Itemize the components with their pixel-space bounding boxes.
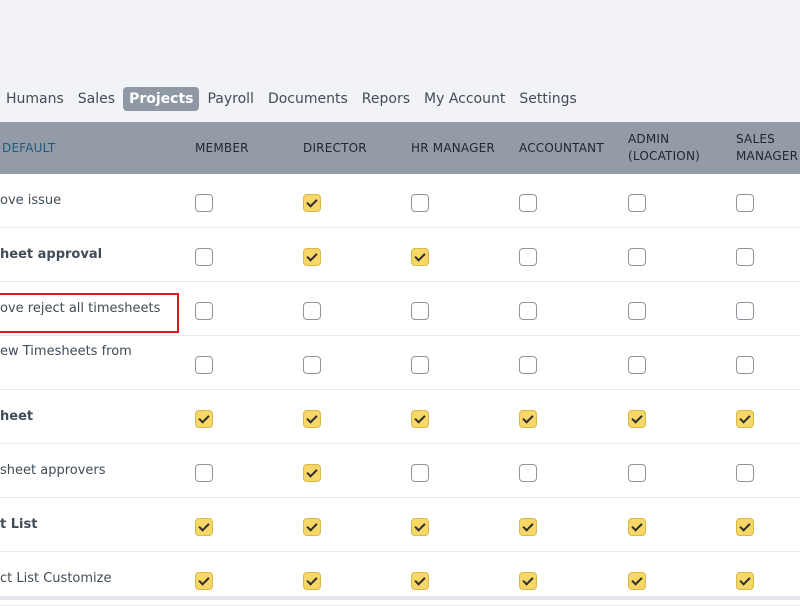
permission-checkbox[interactable] <box>303 248 321 266</box>
table-row: heet <box>0 390 800 444</box>
permission-checkbox[interactable] <box>736 248 754 266</box>
nav-item-repors[interactable]: Repors <box>356 87 416 111</box>
table-row: heet approval <box>0 228 800 282</box>
permission-checkbox[interactable] <box>303 356 321 374</box>
permission-checkbox[interactable] <box>519 194 537 212</box>
nav-item-sales[interactable]: Sales <box>72 87 121 111</box>
column-header-1: MEMBER <box>195 122 249 174</box>
nav-item-documents[interactable]: Documents <box>262 87 354 111</box>
table-row: t List <box>0 498 800 552</box>
permission-label-line: ove reject all timesheets <box>0 301 161 316</box>
permission-label: sheet approvers <box>0 444 185 498</box>
permission-checkbox[interactable] <box>411 356 429 374</box>
permission-checkbox[interactable] <box>519 410 537 428</box>
permission-checkbox[interactable] <box>411 410 429 428</box>
permission-checkbox[interactable] <box>628 302 646 320</box>
permission-checkbox[interactable] <box>628 572 646 590</box>
permission-label-line: heet <box>0 409 34 424</box>
main-nav: Humans Sales Projects Payroll Documents Repor… <box>0 86 585 112</box>
permission-checkbox[interactable] <box>736 356 754 374</box>
permission-checkbox[interactable] <box>195 464 213 482</box>
column-header-label: MANAGER <box>736 149 799 163</box>
permission-label-line: ew Timesheets from <box>0 344 132 359</box>
permission-checkbox[interactable] <box>303 518 321 536</box>
column-header-label: DIRECTOR <box>303 140 367 155</box>
permission-label-line: ct List Customize <box>0 571 112 586</box>
nav-item-humans[interactable]: Humans <box>0 87 70 111</box>
permission-checkbox[interactable] <box>195 518 213 536</box>
permission-checkbox[interactable] <box>411 302 429 320</box>
permission-checkbox[interactable] <box>195 356 213 374</box>
table-row: ove issue <box>0 174 800 228</box>
permission-label-line: ove issue <box>0 193 62 208</box>
bottom-strip <box>0 596 800 600</box>
column-header-label: ACCOUNTANT <box>519 140 604 155</box>
permission-checkbox[interactable] <box>628 356 646 374</box>
permission-checkbox[interactable] <box>195 194 213 212</box>
permission-checkbox[interactable] <box>519 572 537 590</box>
column-header-label: DEFAULT <box>2 140 56 155</box>
column-header-label: ADMIN <box>628 132 670 146</box>
permission-checkbox[interactable] <box>303 194 321 212</box>
permission-checkbox[interactable] <box>519 518 537 536</box>
permission-checkbox[interactable] <box>736 302 754 320</box>
permission-checkbox[interactable] <box>303 572 321 590</box>
permission-checkbox[interactable] <box>411 248 429 266</box>
column-header-3: HR MANAGER <box>411 122 495 174</box>
table-row: sheet approvers <box>0 444 800 498</box>
permission-checkbox[interactable] <box>628 248 646 266</box>
permission-label: heet approval <box>0 228 185 282</box>
column-header-label: MEMBER <box>195 140 249 155</box>
permission-label: ove issue <box>0 174 185 228</box>
column-header-label: (LOCATION) <box>628 149 701 163</box>
permission-checkbox[interactable] <box>628 518 646 536</box>
permission-checkbox[interactable] <box>519 464 537 482</box>
nav-item-payroll[interactable]: Payroll <box>201 87 259 111</box>
permission-checkbox[interactable] <box>411 572 429 590</box>
column-header-label: SALES <box>736 132 775 146</box>
permission-checkbox[interactable] <box>195 302 213 320</box>
nav-item-settings[interactable]: Settings <box>513 87 582 111</box>
column-header-2: DIRECTOR <box>303 122 367 174</box>
column-header-6: SALES MANAGER <box>736 122 798 174</box>
permission-label-line: sheet approvers <box>0 463 106 478</box>
permission-checkbox[interactable] <box>736 464 754 482</box>
permission-checkbox[interactable] <box>411 194 429 212</box>
column-header-4: ACCOUNTANT <box>519 122 604 174</box>
permission-checkbox[interactable] <box>736 194 754 212</box>
column-header-0: DEFAULT <box>2 122 55 174</box>
permission-label-line: t List <box>0 517 38 532</box>
permission-checkbox[interactable] <box>736 518 754 536</box>
permission-checkbox[interactable] <box>628 464 646 482</box>
permission-label: t List <box>0 498 185 552</box>
permission-checkbox[interactable] <box>519 248 537 266</box>
permission-checkbox[interactable] <box>195 248 213 266</box>
permission-checkbox[interactable] <box>303 410 321 428</box>
table-row: ove reject all timesheets <box>0 282 800 336</box>
permission-checkbox[interactable] <box>411 464 429 482</box>
permission-label: ove reject all timesheets <box>0 282 185 336</box>
permission-label-line: heet approval <box>0 247 103 262</box>
permission-label: heet <box>0 390 185 444</box>
nav-item-projects[interactable]: Projects <box>123 87 200 111</box>
nav-item-my-account[interactable]: My Account <box>418 87 511 111</box>
permission-checkbox[interactable] <box>195 572 213 590</box>
permission-checkbox[interactable] <box>736 572 754 590</box>
permission-checkbox[interactable] <box>628 194 646 212</box>
permission-checkbox[interactable] <box>519 356 537 374</box>
permission-checkbox[interactable] <box>736 410 754 428</box>
permissions-table-header: DEFAULT MEMBER DIRECTOR HR MANAGER ACCOUNTAN… <box>0 122 800 174</box>
permission-checkbox[interactable] <box>411 518 429 536</box>
permission-checkbox[interactable] <box>628 410 646 428</box>
permission-checkbox[interactable] <box>519 302 537 320</box>
column-header-label: HR MANAGER <box>411 140 495 155</box>
column-header-5: ADMIN (LOCATION) <box>628 122 700 174</box>
permissions-table-body: ove issue heet approval ove reject all tim… <box>0 174 800 606</box>
permission-checkbox[interactable] <box>195 410 213 428</box>
permission-checkbox[interactable] <box>303 464 321 482</box>
permission-label: ew Timesheets from <box>0 336 185 390</box>
permission-checkbox[interactable] <box>303 302 321 320</box>
table-row: ew Timesheets from <box>0 336 800 390</box>
